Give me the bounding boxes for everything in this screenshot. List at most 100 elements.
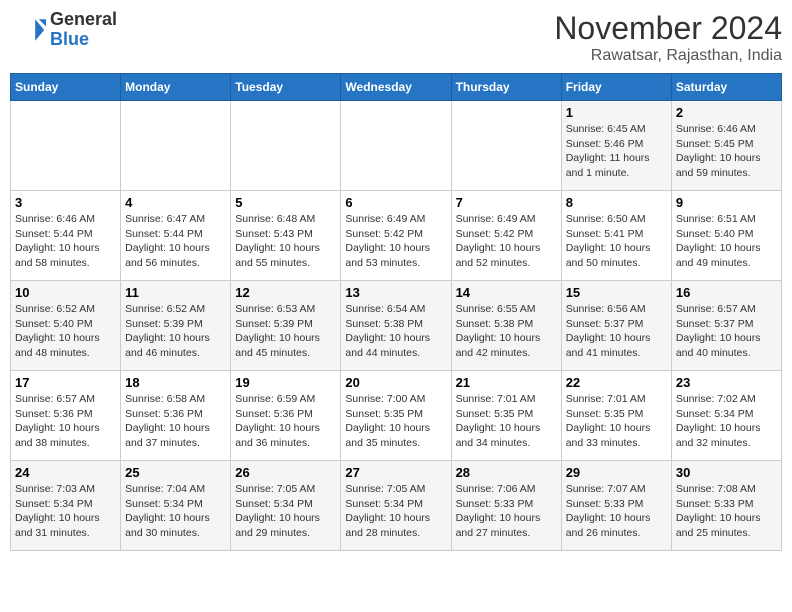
day-number: 8: [566, 195, 667, 210]
day-number: 18: [125, 375, 226, 390]
day-number: 23: [676, 375, 777, 390]
day-number: 17: [15, 375, 116, 390]
calendar-cell: 28Sunrise: 7:06 AMSunset: 5:33 PMDayligh…: [451, 461, 561, 551]
day-number: 12: [235, 285, 336, 300]
calendar-cell: 1 Sunrise: 6:45 AMSunset: 5:46 PMDaylight…: [561, 101, 671, 191]
calendar-cell: [121, 101, 231, 191]
day-number: 5: [235, 195, 336, 210]
calendar-cell: 20 Sunrise: 7:00 AMSunset: 5:35 PMDayligh…: [341, 371, 451, 461]
calendar-cell: [11, 101, 121, 191]
day-number: 11: [125, 285, 226, 300]
day-number: 25: [125, 465, 226, 480]
day-number: 7: [456, 195, 557, 210]
day-info: Sunrise: 7:03 AMSunset: 5:34 PMDaylight:…: [15, 482, 116, 541]
logo: General Blue: [10, 10, 117, 50]
month-title: November 2024: [554, 10, 782, 47]
calendar-table: SundayMondayTuesdayWednesdayThursdayFrid…: [10, 73, 782, 551]
calendar-cell: 30 Sunrise: 7:08 AMSunset: 5:33 PMDayligh…: [671, 461, 781, 551]
calendar-cell: 2Sunrise: 6:46 AMSunset: 5:45 PMDaylight…: [671, 101, 781, 191]
weekday-header-wednesday: Wednesday: [341, 74, 451, 101]
calendar-cell: 4Sunrise: 6:47 AMSunset: 5:44 PMDaylight…: [121, 191, 231, 281]
day-info: Sunrise: 7:05 AMSunset: 5:34 PMDaylight:…: [235, 482, 336, 541]
day-number: 3: [15, 195, 116, 210]
day-number: 1: [566, 105, 667, 120]
day-number: 27: [345, 465, 446, 480]
day-info: Sunrise: 6:59 AMSunset: 5:36 PMDaylight:…: [235, 392, 336, 451]
calendar-cell: 25 Sunrise: 7:04 AMSunset: 5:34 PMDayligh…: [121, 461, 231, 551]
day-number: 30: [676, 465, 777, 480]
day-info: Sunrise: 6:52 AMSunset: 5:40 PMDaylight:…: [15, 302, 116, 361]
calendar-cell: 15 Sunrise: 6:56 AMSunset: 5:37 PMDayligh…: [561, 281, 671, 371]
calendar-week-4: 17 Sunrise: 6:57 AMSunset: 5:36 PMDayligh…: [11, 371, 782, 461]
day-info: Sunrise: 6:48 AMSunset: 5:43 PMDaylight:…: [235, 212, 336, 271]
calendar-cell: 10 Sunrise: 6:52 AMSunset: 5:40 PMDayligh…: [11, 281, 121, 371]
day-info: Sunrise: 7:05 AMSunset: 5:34 PMDaylight:…: [345, 482, 446, 541]
calendar-cell: 14Sunrise: 6:55 AMSunset: 5:38 PMDayligh…: [451, 281, 561, 371]
day-info: Sunrise: 6:49 AMSunset: 5:42 PMDaylight:…: [345, 212, 446, 271]
day-info: Sunrise: 6:54 AMSunset: 5:38 PMDaylight:…: [345, 302, 446, 361]
day-number: 10: [15, 285, 116, 300]
day-number: 20: [345, 375, 446, 390]
page-header: General Blue November 2024 Rawatsar, Raj…: [10, 10, 782, 65]
calendar-cell: 6 Sunrise: 6:49 AMSunset: 5:42 PMDaylight…: [341, 191, 451, 281]
day-number: 6: [345, 195, 446, 210]
calendar-week-5: 24 Sunrise: 7:03 AMSunset: 5:34 PMDayligh…: [11, 461, 782, 551]
day-number: 13: [345, 285, 446, 300]
calendar-header: SundayMondayTuesdayWednesdayThursdayFrid…: [11, 74, 782, 101]
day-info: Sunrise: 7:08 AMSunset: 5:33 PMDaylight:…: [676, 482, 777, 541]
day-number: 26: [235, 465, 336, 480]
day-info: Sunrise: 6:51 AMSunset: 5:40 PMDaylight:…: [676, 212, 777, 271]
weekday-header-saturday: Saturday: [671, 74, 781, 101]
calendar-week-3: 10 Sunrise: 6:52 AMSunset: 5:40 PMDayligh…: [11, 281, 782, 371]
day-number: 9: [676, 195, 777, 210]
day-number: 15: [566, 285, 667, 300]
weekday-header-sunday: Sunday: [11, 74, 121, 101]
calendar-cell: 3Sunrise: 6:46 AMSunset: 5:44 PMDaylight…: [11, 191, 121, 281]
day-number: 24: [15, 465, 116, 480]
calendar-cell: 18 Sunrise: 6:58 AMSunset: 5:36 PMDayligh…: [121, 371, 231, 461]
day-info: Sunrise: 6:58 AMSunset: 5:36 PMDaylight:…: [125, 392, 226, 451]
location-subtitle: Rawatsar, Rajasthan, India: [554, 47, 782, 65]
logo-blue: Blue: [50, 30, 117, 50]
weekday-header-tuesday: Tuesday: [231, 74, 341, 101]
day-number: 4: [125, 195, 226, 210]
weekday-header-thursday: Thursday: [451, 74, 561, 101]
calendar-cell: 8 Sunrise: 6:50 AMSunset: 5:41 PMDaylight…: [561, 191, 671, 281]
day-info: Sunrise: 7:07 AMSunset: 5:33 PMDaylight:…: [566, 482, 667, 541]
day-number: 2: [676, 105, 777, 120]
day-info: Sunrise: 7:06 AMSunset: 5:33 PMDaylight:…: [456, 482, 557, 541]
calendar-cell: 12 Sunrise: 6:53 AMSunset: 5:39 PMDayligh…: [231, 281, 341, 371]
calendar-cell: 24 Sunrise: 7:03 AMSunset: 5:34 PMDayligh…: [11, 461, 121, 551]
calendar-cell: 26 Sunrise: 7:05 AMSunset: 5:34 PMDayligh…: [231, 461, 341, 551]
calendar-cell: 5 Sunrise: 6:48 AMSunset: 5:43 PMDaylight…: [231, 191, 341, 281]
day-info: Sunrise: 6:45 AMSunset: 5:46 PMDaylight:…: [566, 122, 667, 181]
calendar-cell: 16 Sunrise: 6:57 AMSunset: 5:37 PMDayligh…: [671, 281, 781, 371]
weekday-header-friday: Friday: [561, 74, 671, 101]
calendar-cell: 9 Sunrise: 6:51 AMSunset: 5:40 PMDaylight…: [671, 191, 781, 281]
day-info: Sunrise: 6:52 AMSunset: 5:39 PMDaylight:…: [125, 302, 226, 361]
day-number: 29: [566, 465, 667, 480]
day-info: Sunrise: 7:04 AMSunset: 5:34 PMDaylight:…: [125, 482, 226, 541]
calendar-cell: 21Sunrise: 7:01 AMSunset: 5:35 PMDayligh…: [451, 371, 561, 461]
day-number: 22: [566, 375, 667, 390]
day-info: Sunrise: 6:57 AMSunset: 5:37 PMDaylight:…: [676, 302, 777, 361]
day-number: 16: [676, 285, 777, 300]
calendar-cell: [451, 101, 561, 191]
day-info: Sunrise: 7:02 AMSunset: 5:34 PMDaylight:…: [676, 392, 777, 451]
day-number: 19: [235, 375, 336, 390]
calendar-cell: 7 Sunrise: 6:49 AMSunset: 5:42 PMDaylight…: [451, 191, 561, 281]
day-info: Sunrise: 6:57 AMSunset: 5:36 PMDaylight:…: [15, 392, 116, 451]
weekday-header-row: SundayMondayTuesdayWednesdayThursdayFrid…: [11, 74, 782, 101]
day-info: Sunrise: 6:53 AMSunset: 5:39 PMDaylight:…: [235, 302, 336, 361]
day-info: Sunrise: 6:50 AMSunset: 5:41 PMDaylight:…: [566, 212, 667, 271]
weekday-header-monday: Monday: [121, 74, 231, 101]
calendar-cell: 11 Sunrise: 6:52 AMSunset: 5:39 PMDayligh…: [121, 281, 231, 371]
day-info: Sunrise: 7:00 AMSunset: 5:35 PMDaylight:…: [345, 392, 446, 451]
day-info: Sunrise: 7:01 AMSunset: 5:35 PMDaylight:…: [566, 392, 667, 451]
calendar-body: 1 Sunrise: 6:45 AMSunset: 5:46 PMDaylight…: [11, 101, 782, 551]
day-number: 21: [456, 375, 557, 390]
calendar-cell: 29 Sunrise: 7:07 AMSunset: 5:33 PMDayligh…: [561, 461, 671, 551]
day-info: Sunrise: 6:56 AMSunset: 5:37 PMDaylight:…: [566, 302, 667, 361]
calendar-week-2: 3Sunrise: 6:46 AMSunset: 5:44 PMDaylight…: [11, 191, 782, 281]
day-info: Sunrise: 6:49 AMSunset: 5:42 PMDaylight:…: [456, 212, 557, 271]
